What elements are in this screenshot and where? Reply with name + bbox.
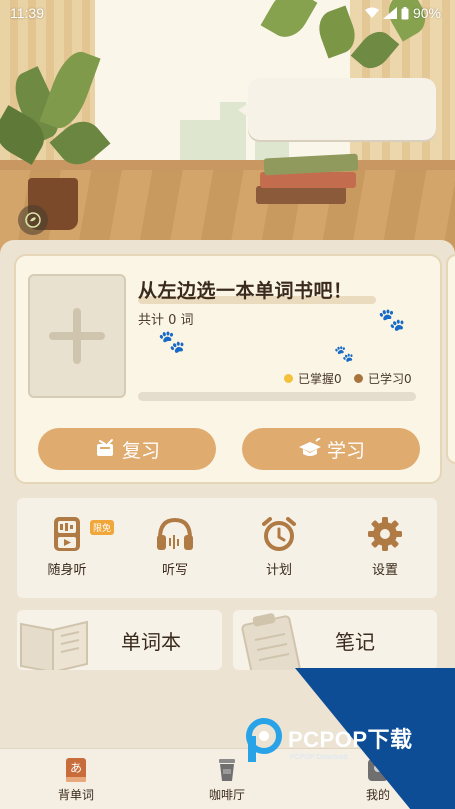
status-bar: 11:39 90% xyxy=(0,0,455,26)
tool-plan[interactable]: 计划 xyxy=(239,516,319,578)
watermark-logo: PCPOP下载 PCPOP Download xyxy=(244,718,413,764)
graduation-cap-icon xyxy=(298,438,321,456)
clipboard-icon xyxy=(241,613,301,670)
review-icon xyxy=(96,439,113,456)
tool-settings[interactable]: 设置 xyxy=(345,516,425,578)
progress-bar xyxy=(138,392,416,401)
next-book-card-peek[interactable] xyxy=(446,254,455,464)
coffee-cup-icon xyxy=(219,759,235,781)
paw-print-icon: 🐾 xyxy=(334,344,354,363)
nav-item-vocabulary[interactable]: あ 背单词 xyxy=(36,757,116,803)
tools-row: 随身听 限免 听写 计划 设置 xyxy=(17,498,437,598)
tool-dictation[interactable]: 听写 xyxy=(135,516,215,578)
mastered-legend: 已掌握0 xyxy=(284,370,342,387)
battery-level: 90% xyxy=(412,5,441,21)
learned-dot xyxy=(354,374,363,383)
paw-print-icon: 🐾 xyxy=(158,330,186,355)
free-badge: 限免 xyxy=(90,520,115,535)
card-title: 从左边选一本单词书吧！ xyxy=(138,280,353,302)
word-count: 共计 0 词 xyxy=(138,313,194,328)
leaf-badge-icon[interactable] xyxy=(18,205,48,235)
battery-icon xyxy=(401,6,409,19)
speech-bubble xyxy=(238,78,436,140)
gear-icon xyxy=(368,517,402,551)
pcpop-logo-icon xyxy=(246,718,282,762)
svg-text:あ: あ xyxy=(70,761,82,775)
study-button[interactable]: 学习 xyxy=(242,428,420,470)
wordbook-label: 单词本 xyxy=(121,630,181,654)
open-book-icon xyxy=(20,620,88,670)
mp3-player-icon xyxy=(54,517,80,551)
wifi-icon xyxy=(364,7,379,18)
signal-icon xyxy=(382,7,397,19)
alarm-clock-icon xyxy=(262,517,296,551)
kana-book-icon: あ xyxy=(66,758,86,782)
hero-illustration xyxy=(0,0,455,260)
review-button[interactable]: 复习 xyxy=(38,428,216,470)
paw-print-icon: 🐾 xyxy=(378,308,406,333)
wordbook-entry-card[interactable]: 单词本 xyxy=(17,610,222,670)
notes-label: 笔记 xyxy=(335,630,375,654)
notes-entry-card[interactable]: 笔记 xyxy=(233,610,437,670)
headphones-icon xyxy=(157,517,193,550)
learned-legend: 已学习0 xyxy=(354,370,412,387)
mastered-dot xyxy=(284,374,293,383)
add-book-button[interactable] xyxy=(28,274,126,398)
status-time: 11:39 xyxy=(10,5,44,21)
wordbook-card: 🐾 🐾 🐾 从左边选一本单词书吧！ 共计 0 词 已掌握0 已学习0 复习 学习 xyxy=(14,254,442,484)
